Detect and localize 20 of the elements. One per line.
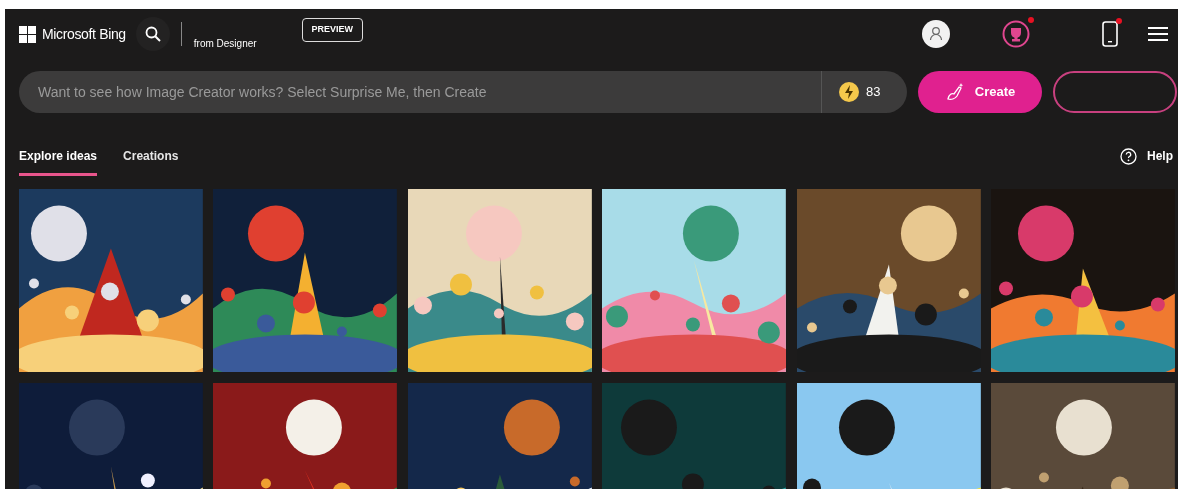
avatar-icon[interactable] — [922, 20, 950, 48]
brand-name[interactable]: Microsoft Bing — [42, 23, 126, 45]
tab[interactable]: Explore ideas — [19, 147, 98, 176]
tab[interactable]: Creations — [123, 147, 179, 176]
lightning-coin-icon — [838, 81, 860, 103]
menu-icon[interactable] — [1148, 26, 1168, 42]
prompt-field[interactable]: Want to see how Image Creator works? Select Surprise Me, then Create — [19, 71, 821, 113]
windows-logo-icon[interactable] — [19, 25, 36, 43]
help-link[interactable]: Help — [1147, 147, 1173, 165]
phone-icon[interactable] — [1102, 21, 1118, 47]
help-icon[interactable] — [1120, 147, 1137, 165]
outline-button[interactable] — [1053, 71, 1177, 113]
search-button[interactable] — [135, 17, 170, 51]
search-icon — [144, 26, 161, 42]
create-button[interactable]: Create — [918, 71, 1042, 113]
boost-count: 83 — [866, 83, 881, 102]
trophy-icon[interactable] — [1002, 20, 1030, 48]
brush-sparkle-icon — [944, 82, 965, 102]
product-subtitle: from Designer — [193, 36, 257, 51]
preview-badge: PREVIEW — [301, 18, 364, 42]
